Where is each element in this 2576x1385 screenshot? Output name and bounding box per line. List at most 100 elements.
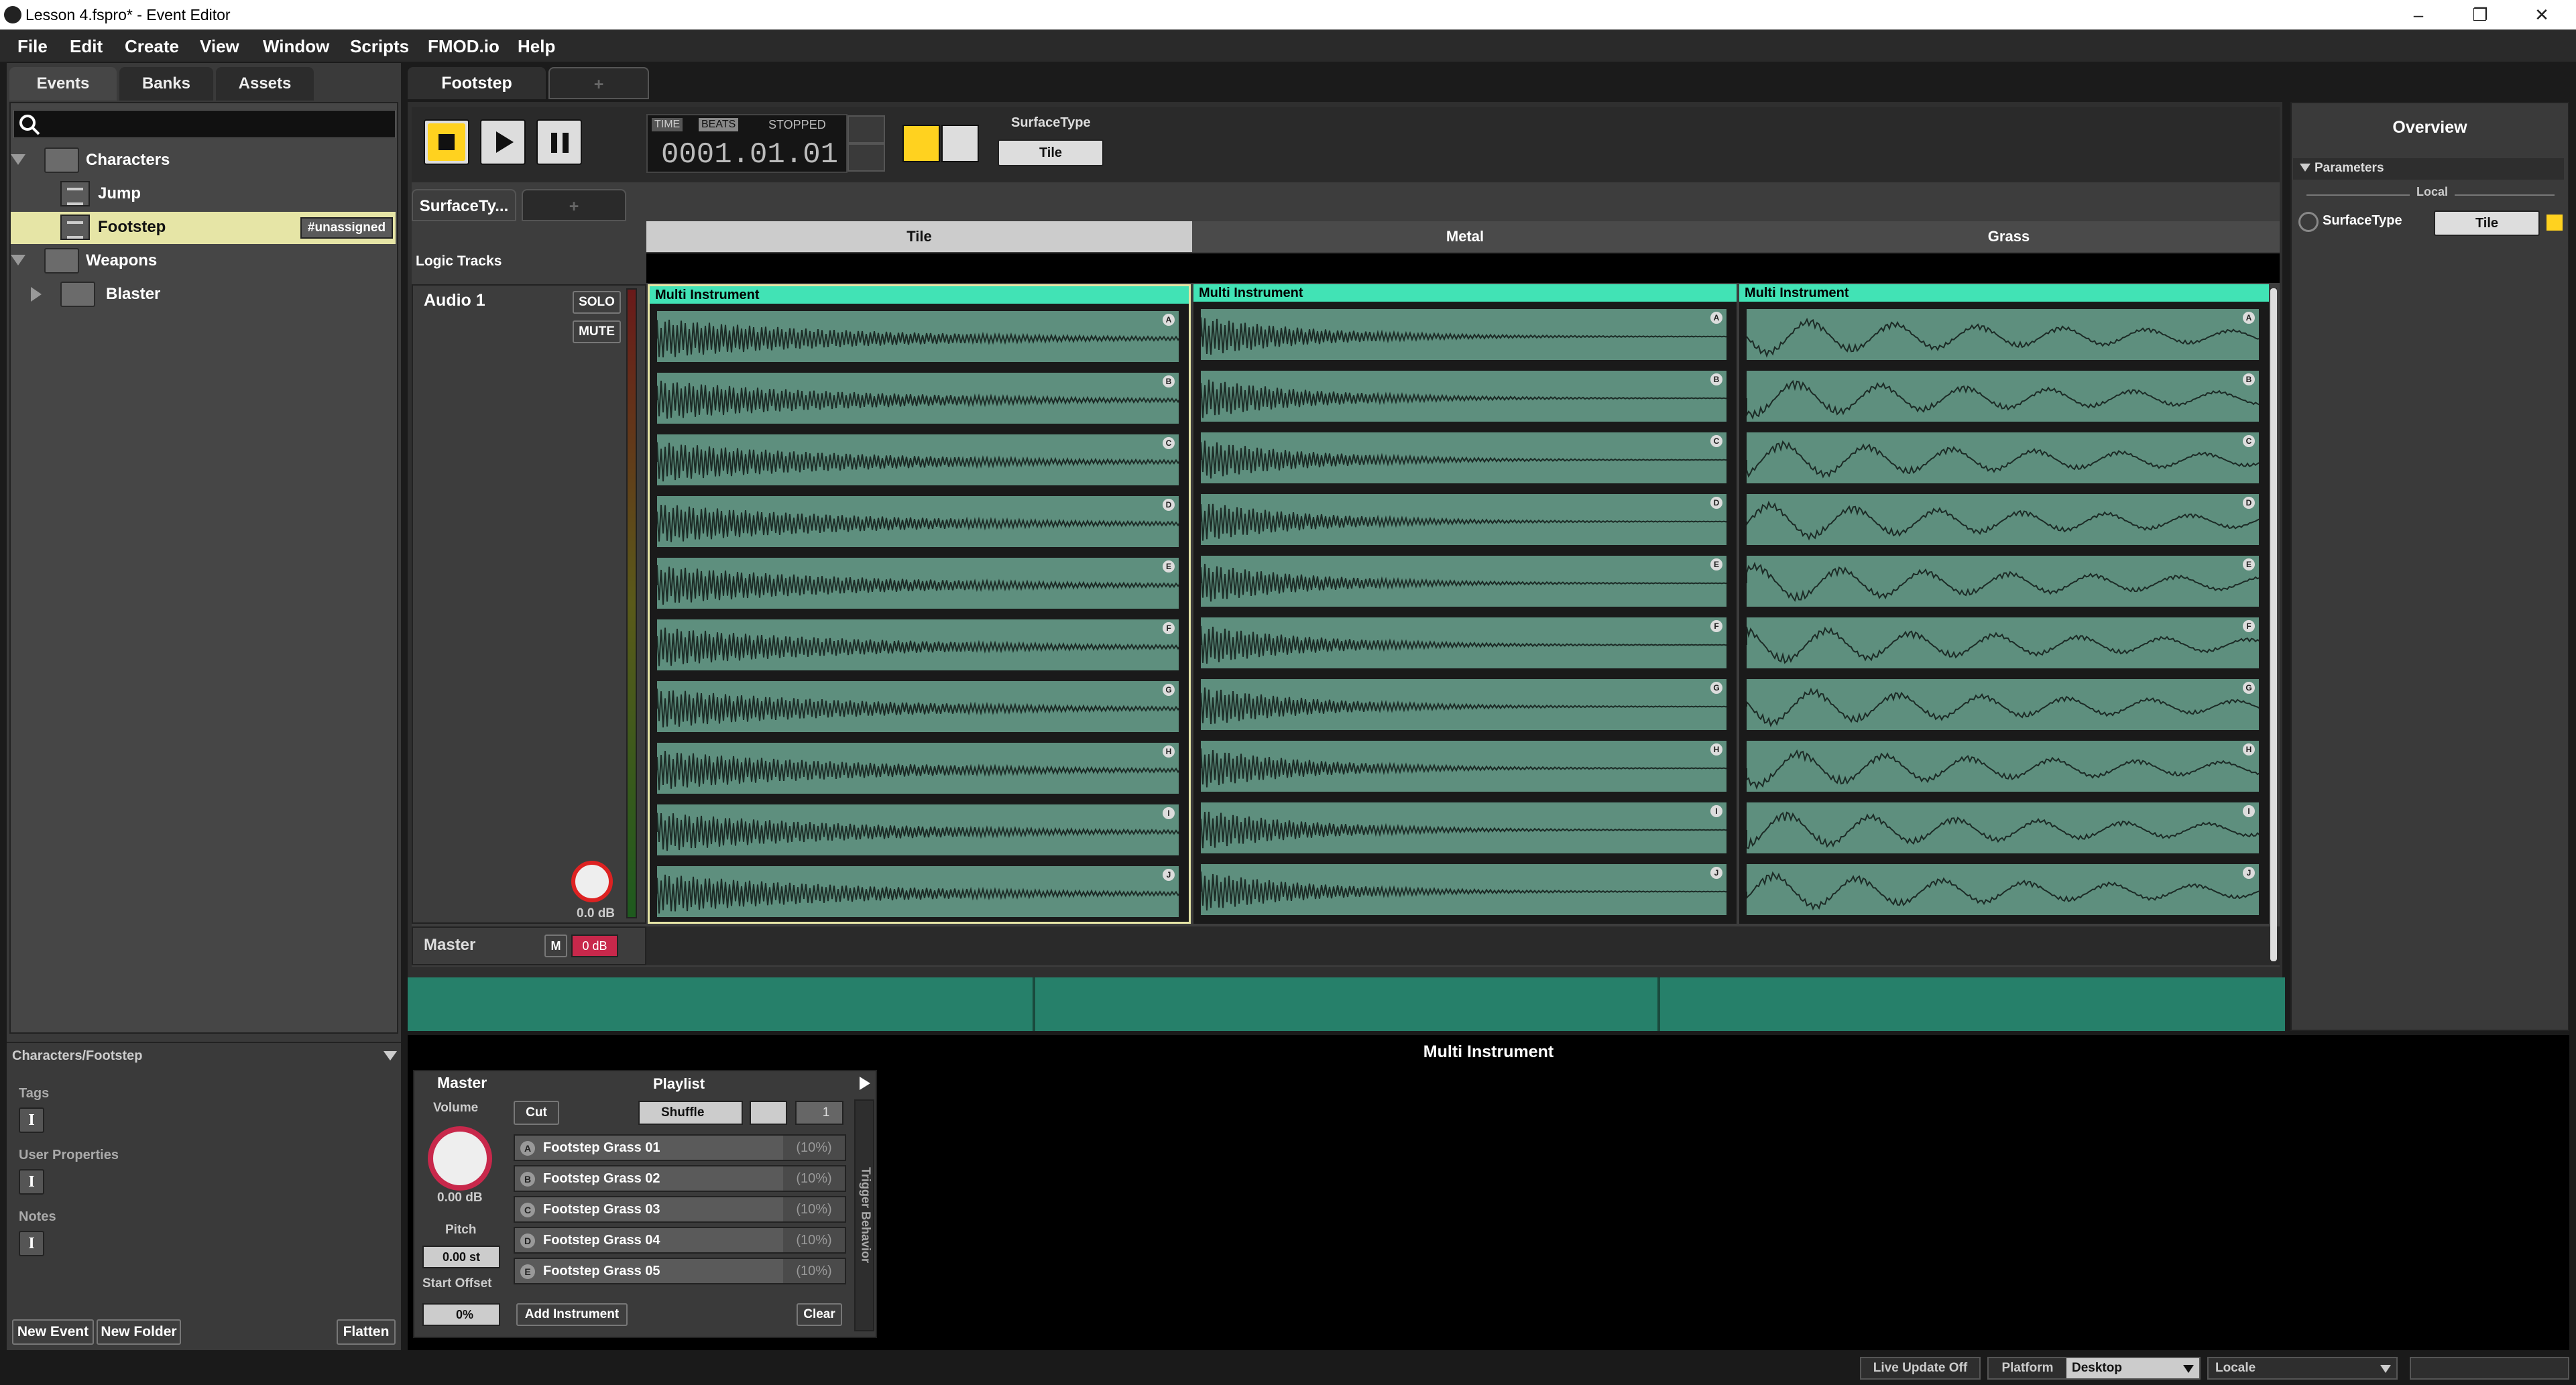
new-event-button[interactable]: New Event (12, 1319, 94, 1345)
collapse-icon[interactable] (384, 1051, 397, 1061)
new-folder-button[interactable]: New Folder (97, 1319, 181, 1345)
lane-header-grass[interactable]: Grass (1738, 221, 2280, 252)
expand-blaster-icon[interactable] (31, 287, 42, 302)
audio-clip[interactable]: C (1199, 430, 1729, 485)
multi-instrument-tile[interactable]: Multi Instrument A B C D E F G H I J (648, 284, 1191, 924)
stop-button[interactable] (424, 119, 469, 165)
audio-clip[interactable]: D (655, 494, 1181, 549)
menu-edit[interactable]: Edit (70, 36, 103, 57)
loop-playlist-icon[interactable] (750, 1101, 787, 1125)
play-count-field[interactable]: 1 (795, 1101, 843, 1125)
shuffle-dropdown[interactable]: Shuffle (638, 1101, 743, 1125)
live-update-button[interactable]: Live Update Off (1860, 1357, 1981, 1380)
tree-event-footstep[interactable]: Footstep (98, 212, 166, 243)
audio-clip[interactable]: A (1199, 307, 1729, 362)
audio-clip[interactable]: F (655, 617, 1181, 672)
audio-clip[interactable]: F (1199, 615, 1729, 670)
audio-clip[interactable]: E (1199, 554, 1729, 609)
vertical-scrollbar[interactable] (2270, 288, 2277, 961)
audio-clip[interactable]: H (1745, 739, 2261, 794)
audio-clip[interactable]: I (1199, 800, 1729, 855)
add-sheet-button[interactable]: + (522, 189, 626, 221)
playlist-item[interactable]: C Footstep Grass 03 (10%) (514, 1196, 846, 1223)
audio-clip[interactable]: B (1745, 369, 2261, 424)
pitch-field[interactable]: 0.00 st (422, 1246, 500, 1268)
tree-folder-characters[interactable]: Characters (86, 145, 170, 176)
mute-button[interactable]: MUTE (573, 320, 621, 343)
time-mode[interactable]: TIME (652, 118, 683, 131)
audio-clip[interactable]: G (1745, 677, 2261, 732)
audio-clip[interactable]: F (1745, 615, 2261, 670)
expand-weapons-icon[interactable] (11, 255, 25, 265)
audio-clip[interactable]: G (655, 679, 1181, 734)
deck-volume-knob[interactable] (428, 1126, 492, 1191)
track-name[interactable]: Audio 1 (424, 291, 485, 310)
audio-clip[interactable]: E (655, 556, 1181, 611)
locale-dropdown[interactable]: Locale (2207, 1357, 2398, 1380)
close-icon[interactable]: ✕ (2512, 0, 2572, 29)
beats-mode[interactable]: BEATS (699, 118, 739, 131)
cut-button[interactable]: Cut (514, 1101, 559, 1125)
restore-icon[interactable]: ❐ (2450, 0, 2510, 29)
audio-clip[interactable]: G (1199, 677, 1729, 732)
follow-icon[interactable] (847, 143, 885, 172)
tab-banks[interactable]: Banks (119, 67, 213, 101)
lane-header-metal[interactable]: Metal (1192, 221, 1738, 252)
tree-folder-weapons[interactable]: Weapons (86, 245, 157, 276)
time-display[interactable]: TIME BEATS STOPPED 0001.01.01 (646, 114, 847, 173)
add-tab-button[interactable]: + (548, 67, 649, 99)
audio-clip[interactable]: H (655, 741, 1181, 796)
tree-event-jump[interactable]: Jump (98, 178, 141, 209)
tab-assets[interactable]: Assets (216, 67, 314, 101)
text-cursor-icon[interactable]: I (19, 1169, 44, 1195)
parameters-section[interactable]: Parameters (2293, 158, 2564, 180)
audio-clip[interactable]: D (1745, 492, 2261, 547)
master-mute-button[interactable]: M (544, 935, 567, 957)
tab-events[interactable]: Events (9, 67, 117, 101)
menu-scripts[interactable]: Scripts (350, 36, 409, 57)
minimize-icon[interactable]: – (2388, 0, 2449, 29)
playlist-item[interactable]: B Footstep Grass 02 (10%) (514, 1165, 846, 1192)
audio-clip[interactable]: I (1745, 800, 2261, 855)
audio-clip[interactable]: J (655, 864, 1181, 919)
audio-clip[interactable]: B (655, 371, 1181, 426)
playlist-item[interactable]: D Footstep Grass 04 (10%) (514, 1227, 846, 1254)
master-fader[interactable]: 0 dB (571, 935, 618, 957)
audio-clip[interactable]: D (1199, 492, 1729, 547)
menu-view[interactable]: View (200, 36, 239, 57)
menu-fmodio[interactable]: FMOD.io (428, 36, 500, 57)
audio-clip[interactable]: B (1199, 369, 1729, 424)
multi-instrument-grass[interactable]: Multi Instrument A B C D E F G H I J (1739, 284, 2269, 924)
tree-folder-blaster[interactable]: Blaster (106, 279, 160, 310)
audio-clip[interactable]: J (1199, 862, 1729, 917)
pause-button[interactable] (536, 119, 582, 165)
text-cursor-icon[interactable]: I (19, 1231, 44, 1256)
platform-dropdown[interactable]: Platform Desktop (1987, 1357, 2201, 1380)
menu-create[interactable]: Create (125, 36, 179, 57)
menu-window[interactable]: Window (263, 36, 329, 57)
multi-instrument-metal[interactable]: Multi Instrument A B C D E F G H I J (1193, 284, 1737, 924)
tab-footstep[interactable]: Footstep (408, 67, 546, 99)
clear-button[interactable]: Clear (797, 1303, 842, 1326)
grid-view-icon[interactable] (941, 125, 979, 162)
list-view-icon[interactable] (902, 125, 940, 162)
audio-clip[interactable]: C (1745, 430, 2261, 485)
add-instrument-button[interactable]: Add Instrument (516, 1303, 628, 1326)
search-input[interactable] (13, 110, 396, 138)
lane-header-tile[interactable]: Tile (646, 221, 1192, 252)
audio-clip[interactable]: C (655, 432, 1181, 487)
solo-button[interactable]: SOLO (573, 291, 621, 314)
audio-clip[interactable]: I (655, 802, 1181, 857)
playlist-item[interactable]: A Footstep Grass 01 (10%) (514, 1134, 846, 1161)
audio-clip[interactable]: J (1745, 862, 2261, 917)
audio-clip[interactable]: A (1745, 307, 2261, 362)
overview-param-value[interactable]: Tile (2434, 210, 2540, 236)
menu-file[interactable]: File (17, 36, 48, 57)
loop-icon[interactable] (847, 115, 885, 143)
trigger-behavior-drawer[interactable]: Trigger Behavior (854, 1099, 874, 1331)
audio-clip[interactable]: E (1745, 554, 2261, 609)
expand-characters-icon[interactable] (11, 154, 25, 165)
start-offset-field[interactable]: 0% (422, 1303, 500, 1326)
play-button[interactable] (480, 119, 526, 165)
tab-surfacetype-sheet[interactable]: SurfaceTy... (412, 189, 516, 221)
